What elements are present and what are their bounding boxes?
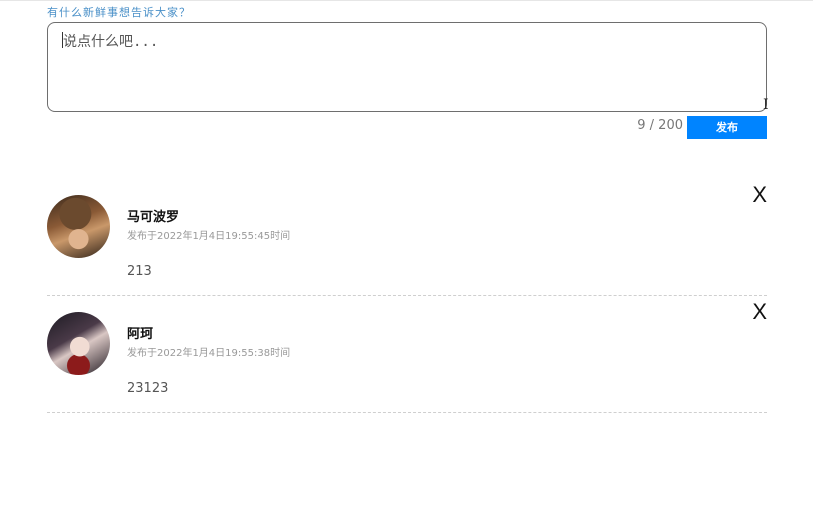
publish-button[interactable]: 发布 [687,116,767,139]
comment-time: 发布于2022年1月4日19:55:45时间 [127,231,291,242]
delete-comment-button[interactable]: X [752,182,767,208]
delete-comment-button[interactable]: X [752,299,767,325]
comment-content: 23123 [127,381,169,396]
comment-time: 发布于2022年1月4日19:55:38时间 [127,348,291,359]
comment-author: 阿珂 [127,327,154,342]
char-counter: 9 / 200 [637,118,683,133]
comment-content: 213 [127,264,152,279]
comment-author: 马可波罗 [127,210,180,225]
composer-prompt: 有什么新鲜事想告诉大家？ [47,6,191,19]
text-cursor-icon: I [763,97,769,113]
weibo-panel: 有什么新鲜事想告诉大家？ 说点什么吧... I 9 / 200 发布 马可波罗 … [47,0,769,508]
avatar [47,195,110,258]
post-placeholder: 说点什么吧... [63,34,159,50]
post-textarea[interactable]: 说点什么吧... [47,22,767,112]
avatar [47,312,110,375]
comment-item: 阿珂 发布于2022年1月4日19:55:38时间 23123 X [47,295,767,413]
comment-item: 马可波罗 发布于2022年1月4日19:55:45时间 213 X [47,178,767,296]
